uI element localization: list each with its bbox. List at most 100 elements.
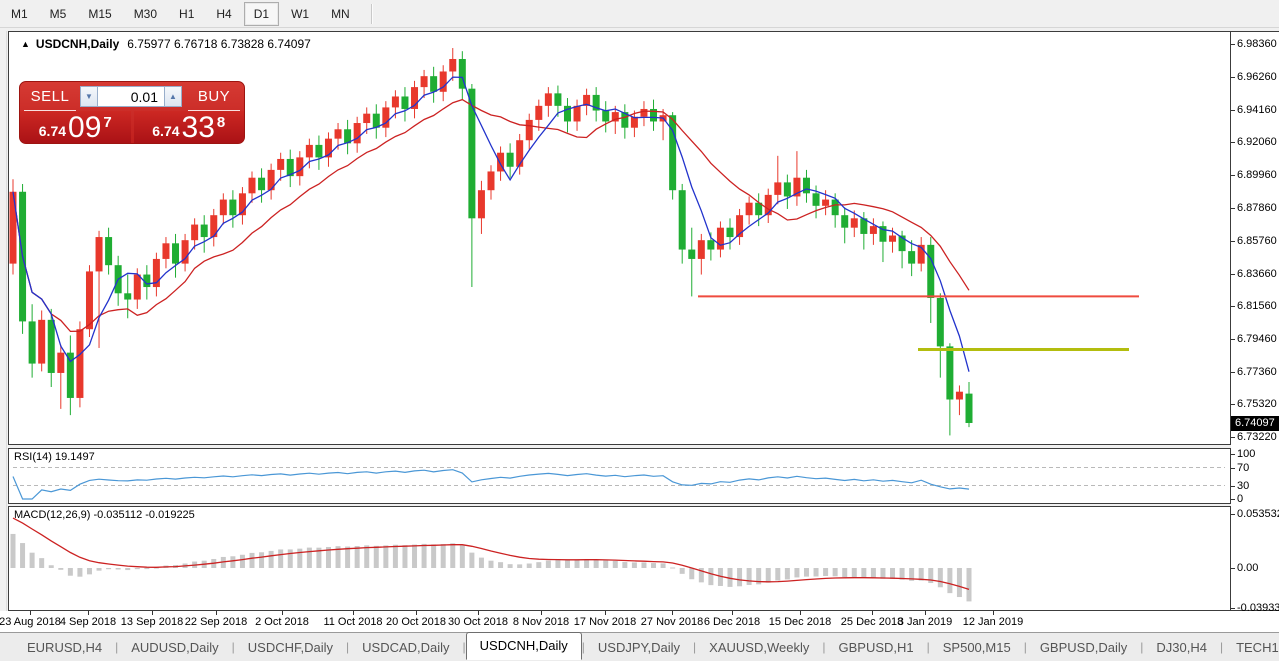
candle bbox=[564, 98, 571, 132]
price-chart-panel[interactable]: ▲USDCNH,Daily6.75977 6.76718 6.73828 6.7… bbox=[8, 31, 1231, 445]
macd-histogram-bar bbox=[536, 562, 541, 568]
time-axis-tick bbox=[993, 611, 994, 615]
macd-histogram-bar bbox=[947, 568, 952, 593]
timeframe-button-w1[interactable]: W1 bbox=[281, 2, 319, 26]
sell-price-pips: 09 bbox=[68, 114, 101, 142]
chart-tab-xauusd[interactable]: XAUUSD,Weekly bbox=[696, 636, 822, 659]
timeframe-button-mn[interactable]: MN bbox=[321, 2, 360, 26]
candle bbox=[29, 304, 36, 377]
time-axis-date: 17 Nov 2018 bbox=[574, 616, 636, 628]
candle bbox=[803, 170, 810, 203]
candle bbox=[468, 84, 475, 287]
timeframe-button-m15[interactable]: M15 bbox=[78, 2, 121, 26]
time-axis-date: 11 Oct 2018 bbox=[323, 616, 382, 628]
macd-histogram-bar bbox=[737, 568, 742, 586]
macd-histogram-bar bbox=[852, 568, 857, 577]
candle bbox=[593, 87, 600, 121]
macd-signal-line bbox=[13, 518, 969, 589]
candle bbox=[315, 136, 322, 170]
time-axis-date: 2 Oct 2018 bbox=[255, 616, 309, 628]
chart-tab-usdcnh[interactable]: USDCNH,Daily bbox=[466, 632, 582, 660]
chart-tab-usdchf[interactable]: USDCHF,Daily bbox=[235, 636, 346, 659]
lot-size-input[interactable]: 0.01 bbox=[98, 86, 164, 107]
timeframe-button-h4[interactable]: H4 bbox=[206, 2, 241, 26]
macd-histogram-bar bbox=[967, 568, 972, 601]
candle bbox=[679, 184, 686, 264]
axis-tick bbox=[1231, 486, 1235, 487]
timeframe-button-m30[interactable]: M30 bbox=[124, 2, 167, 26]
candle bbox=[239, 187, 246, 224]
candle bbox=[459, 51, 466, 99]
timeframe-button-m1[interactable]: M1 bbox=[1, 2, 38, 26]
sell-price-box[interactable]: 6.74 09 7 bbox=[20, 111, 131, 144]
macd-histogram-bar bbox=[469, 553, 474, 568]
candle bbox=[478, 181, 485, 234]
chart-tab-usdjpy[interactable]: USDJPY,Daily bbox=[585, 636, 693, 659]
lot-decrease-button[interactable]: ▼ bbox=[80, 86, 98, 107]
rsi-axis-label: 100 bbox=[1237, 448, 1255, 460]
macd-histogram-bar bbox=[250, 553, 255, 568]
macd-histogram-bar bbox=[364, 545, 369, 568]
macd-histogram-bar bbox=[259, 552, 264, 568]
macd-histogram-bar bbox=[661, 563, 666, 568]
macd-indicator-panel[interactable]: MACD(12,26,9) -0.035112 -0.019225 bbox=[8, 506, 1231, 611]
macd-histogram-bar bbox=[938, 568, 943, 587]
timeframe-button-m5[interactable]: M5 bbox=[40, 2, 77, 26]
time-axis-date: 15 Dec 2018 bbox=[769, 616, 831, 628]
sell-button[interactable]: SELL bbox=[24, 82, 76, 111]
candle bbox=[67, 335, 74, 415]
chart-tab-dj30[interactable]: DJ30,H4 bbox=[1143, 636, 1220, 659]
time-axis-date: 30 Oct 2018 bbox=[448, 616, 508, 628]
chart-tab-gbpusd[interactable]: GBPUSD,Daily bbox=[1027, 636, 1140, 659]
time-axis-tick bbox=[872, 611, 873, 615]
macd-histogram-bar bbox=[11, 534, 16, 568]
chart-tab-usdcad[interactable]: USDCAD,Daily bbox=[349, 636, 462, 659]
macd-histogram-bar bbox=[30, 553, 35, 568]
timeframe-button-d1[interactable]: D1 bbox=[244, 2, 279, 26]
candle bbox=[153, 253, 160, 297]
rsi-line bbox=[13, 470, 969, 499]
buy-price-box[interactable]: 6.74 33 8 bbox=[134, 111, 245, 144]
time-axis[interactable]: 23 Aug 20184 Sep 201813 Sep 201822 Sep 2… bbox=[0, 611, 1279, 632]
chart-tab-sp500[interactable]: SP500,M15 bbox=[930, 636, 1024, 659]
macd-histogram-bar bbox=[460, 545, 465, 568]
candle bbox=[488, 165, 495, 199]
time-axis-tick bbox=[152, 611, 153, 615]
candle bbox=[583, 89, 590, 116]
chart-tab-audusd[interactable]: AUDUSD,Daily bbox=[118, 636, 231, 659]
candle bbox=[96, 231, 103, 348]
time-axis-date: 12 Jan 2019 bbox=[963, 616, 1024, 628]
macd-histogram-bar bbox=[785, 568, 790, 579]
timeframe-button-h1[interactable]: H1 bbox=[169, 2, 204, 26]
candle bbox=[526, 114, 533, 150]
rsi-indicator-panel[interactable]: RSI(14) 19.1497 bbox=[8, 448, 1231, 504]
macd-histogram-bar bbox=[747, 568, 752, 585]
macd-histogram-bar bbox=[833, 568, 838, 576]
axis-tick bbox=[1231, 110, 1235, 111]
time-axis-date: 3 Jan 2019 bbox=[898, 616, 952, 628]
macd-histogram-bar bbox=[431, 544, 436, 568]
macd-histogram-bar bbox=[116, 568, 121, 570]
price-axis[interactable]: 6.74097 6.983606.962606.941606.920606.89… bbox=[1231, 31, 1279, 611]
macd-histogram-bar bbox=[288, 549, 293, 568]
candle bbox=[201, 215, 208, 252]
macd-histogram-bar bbox=[708, 568, 713, 585]
macd-histogram-bar bbox=[97, 568, 102, 571]
macd-histogram-bar bbox=[632, 562, 637, 568]
sell-price-point: 7 bbox=[103, 114, 111, 131]
chart-tab-tech100[interactable]: TECH100,H1 bbox=[1223, 636, 1279, 659]
macd-histogram-bar bbox=[297, 549, 302, 568]
candle bbox=[143, 265, 150, 299]
time-axis-tick bbox=[605, 611, 606, 615]
candle bbox=[344, 120, 351, 154]
lot-increase-button[interactable]: ▲ bbox=[164, 86, 182, 107]
collapse-triangle-icon[interactable]: ▲ bbox=[21, 39, 30, 49]
buy-button[interactable]: BUY bbox=[188, 82, 240, 111]
axis-tick bbox=[1231, 208, 1235, 209]
price-axis-label: 6.75320 bbox=[1237, 398, 1277, 410]
macd-histogram-bar bbox=[355, 546, 360, 568]
candle bbox=[650, 100, 657, 131]
chart-tab-gbpusd[interactable]: GBPUSD,H1 bbox=[825, 636, 926, 659]
chart-tab-eurusd[interactable]: EURUSD,H4 bbox=[14, 636, 115, 659]
macd-histogram-bar bbox=[555, 560, 560, 568]
